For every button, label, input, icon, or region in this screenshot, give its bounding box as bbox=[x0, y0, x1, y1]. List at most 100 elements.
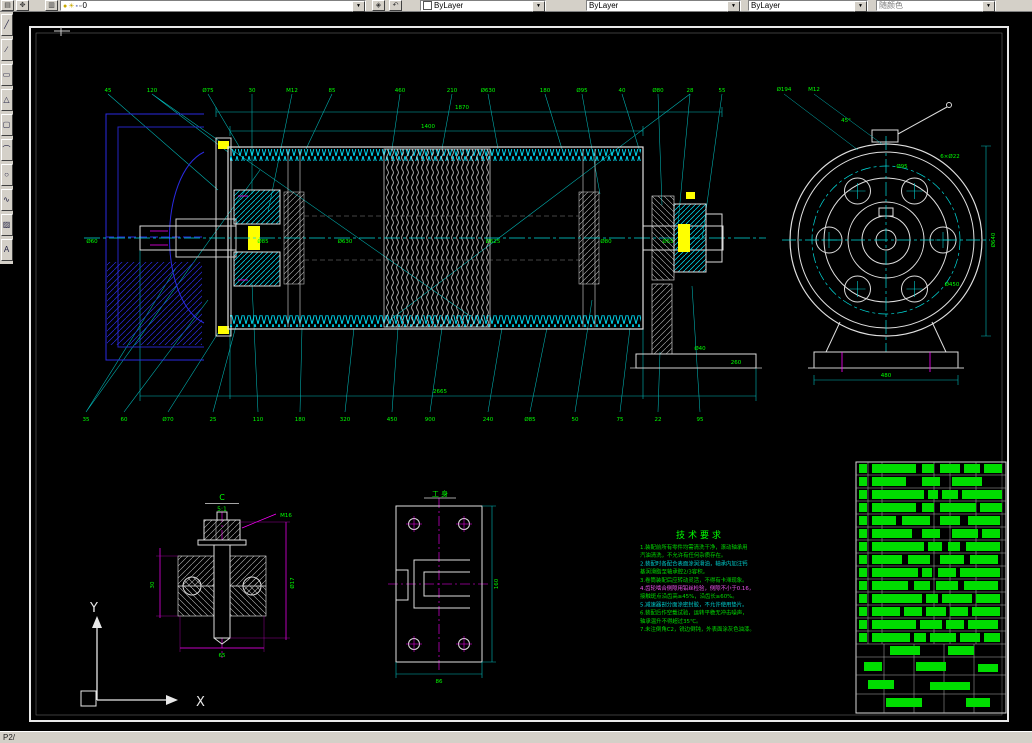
tech-req-line: 接触斑点沿齿高≥45%，沿齿长≥60%。 bbox=[640, 592, 738, 600]
bom-cell-text bbox=[872, 490, 924, 499]
dimension-label: Ø625 bbox=[486, 238, 501, 245]
bom-cell-text bbox=[859, 490, 867, 499]
dimension-label: 2665 bbox=[433, 389, 447, 395]
dimension-label: 55 bbox=[719, 88, 726, 94]
draw-line-button[interactable]: ╱ bbox=[0, 14, 13, 36]
dropdown-arrow-icon[interactable]: ▼ bbox=[727, 1, 740, 12]
dimension-label: Ø70 bbox=[162, 416, 174, 423]
color-swatch-icon bbox=[423, 1, 432, 10]
bom-cell-text bbox=[908, 555, 930, 564]
linetype-combo[interactable]: ByLayer ▼ bbox=[586, 0, 741, 12]
bom-cell-text bbox=[922, 503, 934, 512]
bom-cell-text bbox=[950, 607, 968, 616]
color-combo[interactable]: ByLayer ▼ bbox=[420, 0, 546, 12]
bom-cell-text bbox=[970, 555, 998, 564]
tech-req-line: 汽油清洗，不允许有任何杂质存在。 bbox=[640, 551, 726, 559]
bom-cell-text bbox=[980, 503, 1002, 512]
draw-arc-icon: ⌒ bbox=[2, 145, 11, 154]
detail-label: Ø17 bbox=[289, 577, 296, 589]
key-block-bottom bbox=[218, 326, 229, 334]
bom-cell-text bbox=[960, 633, 980, 642]
draw-polygon-icon: △ bbox=[3, 95, 10, 104]
dimension-label: 60 bbox=[121, 417, 128, 423]
bom-cell-text bbox=[859, 620, 867, 629]
title-block-text bbox=[966, 698, 990, 707]
pan-icon: ✥ bbox=[19, 1, 26, 9]
draw-construction-line-icon: ∕ bbox=[5, 45, 8, 54]
title-block-text bbox=[916, 662, 946, 671]
dimension-label: Ø450 bbox=[945, 281, 960, 288]
layers-dialog-button[interactable]: ▥ bbox=[45, 0, 58, 11]
dimension-label: 320 bbox=[340, 417, 351, 423]
dropdown-arrow-icon[interactable]: ▼ bbox=[532, 1, 545, 12]
dropdown-arrow-icon[interactable]: ▼ bbox=[854, 1, 867, 12]
draw-arc-button[interactable]: ⌒ bbox=[0, 139, 13, 161]
draw-hatch-button[interactable]: ▨ bbox=[0, 214, 13, 236]
dimension-label: Ø85 bbox=[257, 238, 269, 245]
named-views-button[interactable]: ▤ bbox=[1, 0, 14, 11]
title-block-text bbox=[890, 646, 920, 655]
draw-spline-button[interactable]: ∿ bbox=[0, 189, 13, 211]
color-combo-value: ByLayer bbox=[434, 1, 464, 10]
bom-cell-text bbox=[872, 607, 900, 616]
make-layer-current-icon: ◈ bbox=[375, 1, 382, 9]
dimension-label: 45° bbox=[841, 118, 851, 124]
bom-cell-text bbox=[922, 568, 932, 577]
layer-on-icon: ● bbox=[63, 2, 68, 10]
named-views-icon: ▤ bbox=[4, 1, 11, 9]
dimension-label: Ø80 bbox=[600, 238, 612, 245]
layer-previous-button[interactable]: ↶ bbox=[389, 0, 402, 11]
detail-label: 30 bbox=[150, 581, 156, 588]
plotstyle-combo: 随颜色 ▼ bbox=[876, 0, 996, 12]
dimension-label: Ø85 bbox=[524, 416, 536, 423]
bom-cell-text bbox=[859, 516, 867, 525]
title-block-text bbox=[868, 680, 894, 689]
layer-combo[interactable]: ●☀▪▫ 0 ▼ bbox=[60, 0, 366, 12]
tech-req-line: 2.装配时各配合表面涂润滑油，轴承内加注钙 bbox=[640, 559, 748, 567]
dimension-label: Ø630 bbox=[338, 238, 353, 245]
tech-req-line: 基润滑脂至轴承腔2/3容积。 bbox=[640, 568, 708, 576]
dropdown-arrow-icon[interactable]: ▼ bbox=[352, 1, 365, 12]
bom-cell-text bbox=[872, 503, 916, 512]
bom-cell-text bbox=[968, 516, 1000, 525]
draw-polygon-button[interactable]: △ bbox=[0, 89, 13, 111]
lineweight-combo[interactable]: ByLayer ▼ bbox=[748, 0, 868, 12]
bom-cell-text bbox=[859, 633, 867, 642]
draw-circle-button[interactable]: ○ bbox=[0, 164, 13, 186]
key-block-top bbox=[218, 141, 229, 149]
make-object-layer-current-button[interactable]: ◈ bbox=[372, 0, 385, 11]
draw-construction-line-button[interactable]: ∕ bbox=[0, 39, 13, 61]
pan-button[interactable]: ✥ bbox=[16, 0, 29, 11]
title-block-text bbox=[948, 646, 974, 655]
dimension-label: 1400 bbox=[421, 124, 435, 130]
dimension-label: Ø55 bbox=[662, 238, 674, 245]
bom-cell-text bbox=[859, 607, 867, 616]
draw-spline-icon: ∿ bbox=[3, 195, 10, 204]
draw-rectangle-button[interactable]: ▢ bbox=[0, 114, 13, 136]
bom-cell-text bbox=[940, 555, 964, 564]
dimension-label: 30 bbox=[249, 88, 256, 94]
draw-text-button[interactable]: A bbox=[0, 239, 13, 261]
cad-drawing-canvas[interactable]: 技术要求 1.装配前所有零件均需清洗干净，滚动轴承用 汽油清洗，不允许有任何杂质… bbox=[0, 12, 1032, 731]
bom-cell-text bbox=[872, 568, 918, 577]
dimension-label: Ø95 bbox=[896, 163, 908, 170]
detail-label: M16 bbox=[280, 513, 292, 519]
bom-cell-text bbox=[946, 620, 964, 629]
detail-label: C bbox=[219, 493, 225, 502]
ucs-y-label: Y bbox=[89, 601, 98, 616]
draw-circle-icon: ○ bbox=[4, 170, 9, 179]
bom-cell-text bbox=[872, 555, 902, 564]
bom-cell-text bbox=[942, 594, 972, 603]
draw-polyline-button[interactable]: ▭ bbox=[0, 64, 13, 86]
bom-cell-text bbox=[964, 581, 998, 590]
dimension-label: M12 bbox=[808, 87, 820, 93]
bom-cell-text bbox=[872, 477, 906, 486]
dimension-label: 240 bbox=[483, 417, 494, 423]
bom-cell-text bbox=[859, 464, 867, 473]
dimension-label: 450 bbox=[387, 417, 398, 423]
bom-cell-text bbox=[872, 620, 916, 629]
dimension-label: 50 bbox=[572, 417, 579, 423]
bom-cell-text bbox=[922, 464, 934, 473]
dimension-label: 120 bbox=[147, 88, 158, 94]
bom-cell-text bbox=[976, 594, 1000, 603]
